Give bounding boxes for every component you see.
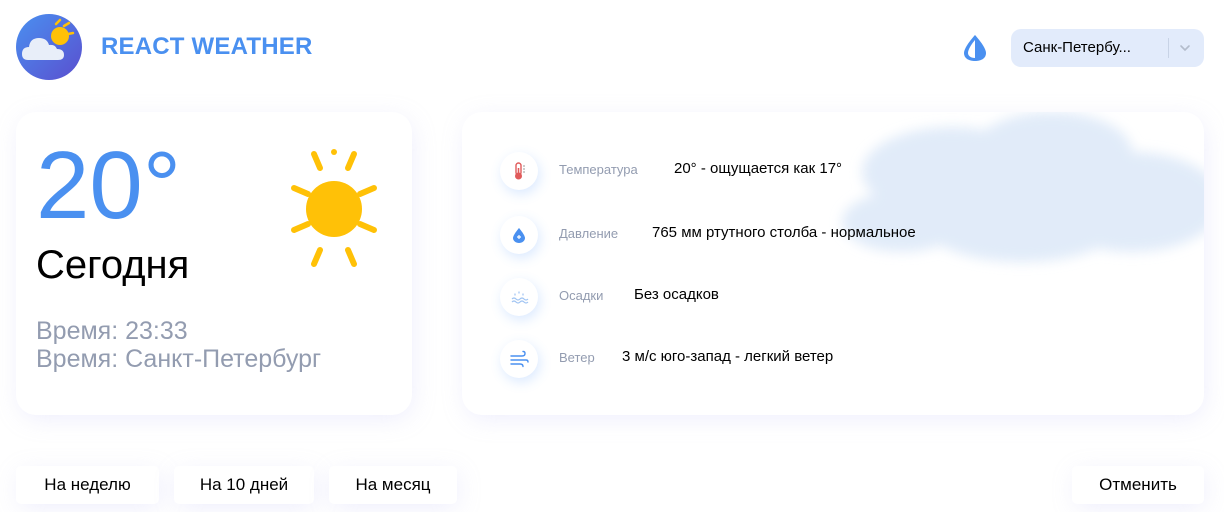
app-header: REACT WEATHER Санк-Петербу...	[0, 0, 1224, 96]
today-label: Сегодня	[36, 243, 190, 287]
city-select-value: Санк-Петербу...	[1023, 39, 1131, 56]
chevron-down-icon[interactable]	[1175, 38, 1195, 58]
detail-row-temperature: Температура 20° - ощущается как 17°	[500, 150, 1140, 190]
app-title: REACT WEATHER	[101, 33, 313, 60]
precipitation-icon	[500, 278, 538, 316]
drop-icon[interactable]	[962, 34, 988, 62]
current-time: Время: 23:33	[36, 317, 188, 345]
details-card: Температура 20° - ощущается как 17° Давл…	[462, 112, 1204, 415]
thermometer-icon	[500, 152, 538, 190]
clouds-background-icon	[842, 112, 1204, 262]
detail-row-pressure: Давление 765 мм ртутного столба - нормал…	[500, 214, 1140, 254]
detail-label-pressure: Давление	[559, 226, 619, 241]
detail-label-temperature: Температура	[559, 162, 638, 177]
city-select[interactable]: Санк-Петербу...	[1011, 29, 1204, 67]
today-card: 20° Сегодня Время: 23:33 Время: Санкт-Пе…	[16, 112, 412, 415]
detail-label-wind: Ветер	[559, 350, 595, 365]
detail-label-precipitation: Осадки	[559, 288, 604, 303]
week-button[interactable]: На неделю	[16, 466, 159, 504]
detail-value-pressure: 765 мм ртутного столба - нормальное	[652, 224, 916, 241]
current-city: Время: Санкт-Петербург	[36, 345, 322, 373]
wind-icon	[500, 340, 538, 378]
detail-row-wind: Ветер 3 м/с юго-запад - легкий ветер	[500, 338, 1140, 378]
cloud-sun-logo-icon	[16, 14, 82, 80]
select-divider	[1168, 38, 1169, 58]
ten-days-button[interactable]: На 10 дней	[174, 466, 314, 504]
detail-value-wind: 3 м/с юго-запад - легкий ветер	[622, 348, 834, 365]
month-button[interactable]: На месяц	[329, 466, 457, 504]
pressure-drop-icon	[500, 216, 538, 254]
cancel-button[interactable]: Отменить	[1072, 466, 1204, 504]
detail-value-precipitation: Без осадков	[634, 286, 719, 303]
sun-icon	[291, 149, 377, 267]
current-temperature: 20°	[36, 132, 182, 239]
detail-row-precipitation: Осадки Без осадков	[500, 276, 1140, 316]
detail-value-temperature: 20° - ощущается как 17°	[674, 160, 843, 177]
